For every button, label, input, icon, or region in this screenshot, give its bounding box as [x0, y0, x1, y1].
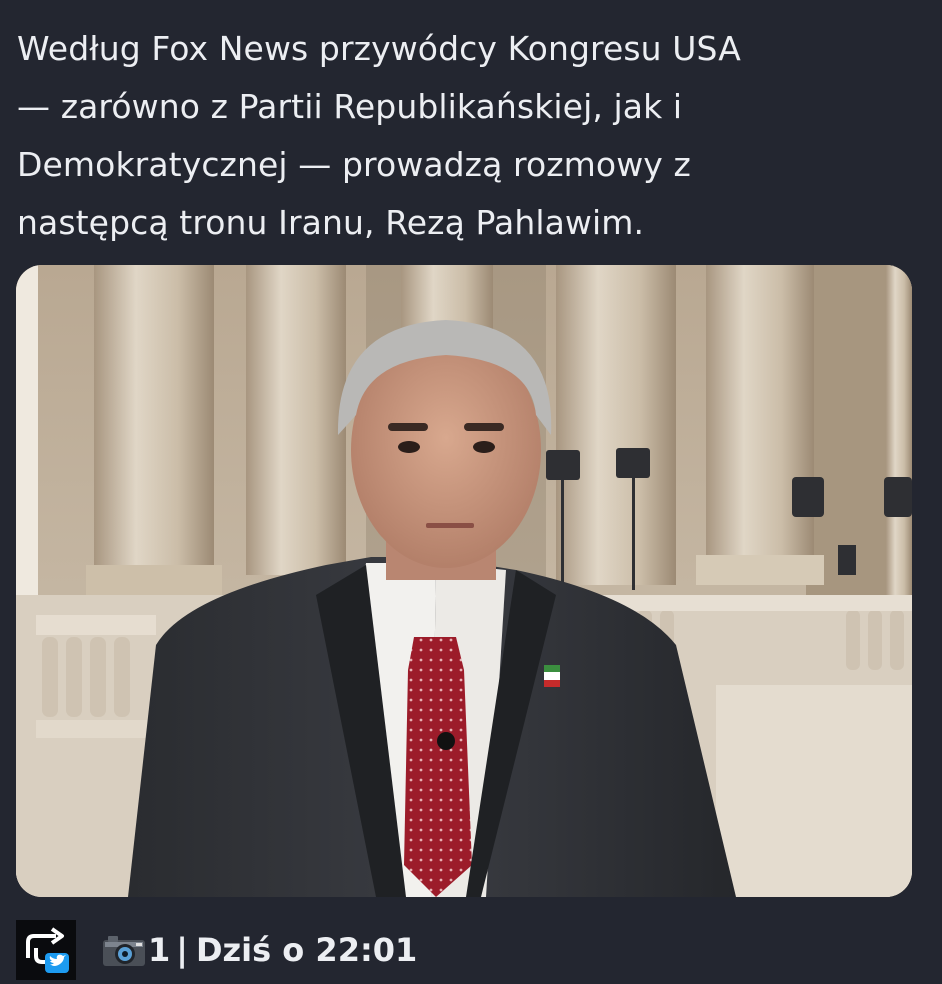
- post-text-line: Według Fox News przywódcy Kongresu USA: [17, 29, 741, 68]
- retweet-arrows-icon: [26, 927, 69, 973]
- post-text-line: następcą tronu Iranu, Rezą Pahlawim.: [17, 203, 645, 242]
- post-footer: 1 | Dziś o 22:01: [16, 920, 916, 980]
- camera-icon: [103, 936, 145, 966]
- post-photo[interactable]: [16, 265, 912, 897]
- retweet-twitter-icon[interactable]: [16, 920, 76, 980]
- post-text-line: — zarówno z Partii Republikańskiej, jak …: [17, 87, 683, 126]
- post-meta: 1 | Dziś o 22:01: [148, 931, 417, 969]
- separator: |: [176, 931, 188, 969]
- timestamp: Dziś o 22:01: [195, 931, 418, 969]
- post-text: Według Fox News przywódcy Kongresu USA —…: [17, 20, 917, 252]
- post-text-line: Demokratycznej — prowadzą rozmowy z: [17, 145, 691, 184]
- photo-man-in-suit-capitol: [16, 265, 912, 897]
- media-count: 1: [148, 931, 171, 969]
